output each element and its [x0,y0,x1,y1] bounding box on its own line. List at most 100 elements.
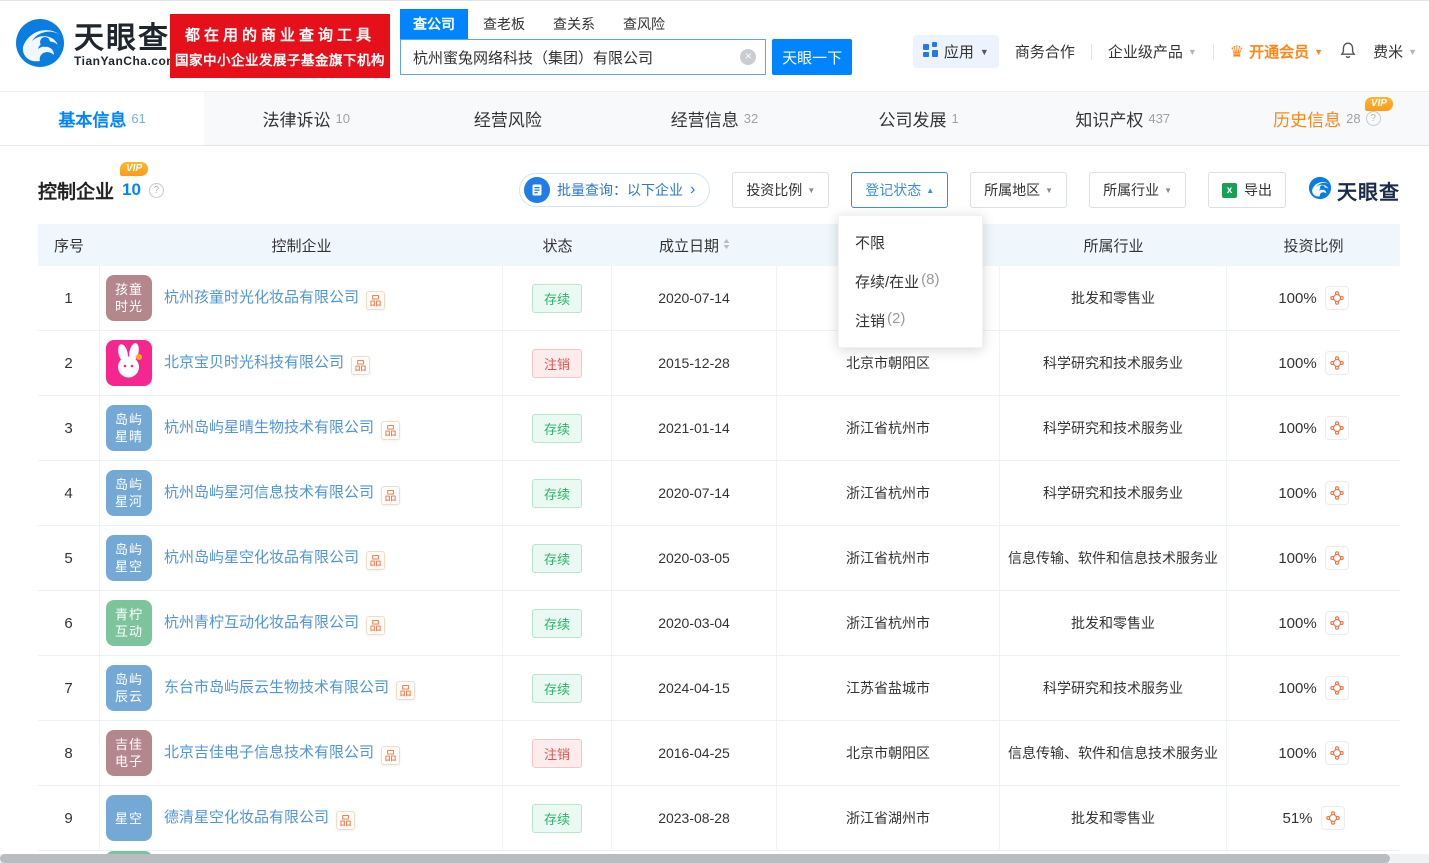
tab-legal-litigation[interactable]: 法律诉讼 10 [204,92,408,145]
dropdown-option-active[interactable]: 存续/在业 (8) [839,262,982,301]
search-tab-company[interactable]: 查公司 [400,9,468,39]
column-header-ratio: 投资比例 [1283,237,1344,255]
region: 江苏省盐城市 [777,656,1000,720]
filter-region[interactable]: 所属地区 ▼ [970,172,1068,208]
equity-ratio-icon[interactable] [1320,806,1345,830]
equity-structure-icon[interactable]: 品 [366,551,386,570]
menu-business-cooperation[interactable]: 商务合作 [1015,41,1075,62]
help-icon[interactable]: ? [148,182,164,198]
region: 北京市朝阳区 [777,721,1000,785]
company-name-link[interactable]: 杭州岛屿星河信息技术有限公司 [164,484,374,501]
region: 浙江省杭州市 [777,526,1000,590]
tab-count: 1 [951,111,959,126]
equity-ratio-icon[interactable] [1324,611,1349,635]
filter-industry[interactable]: 所属行业 ▼ [1089,172,1186,208]
equity-structure-icon[interactable]: 品 [381,746,401,765]
dropdown-option-all[interactable]: 不限 [839,223,982,262]
status-badge: 存续 [531,608,582,638]
tab-basic-info[interactable]: 基本信息 61 [0,92,205,145]
region: 浙江省湖州市 [777,786,1000,850]
column-header-no: 序号 [53,237,84,255]
main-content: 控制企业 VIP 10 ? 批量查询：以下企业 › 投资比例 ▼ 登记状态 ▲ … [0,161,1429,858]
tab-intellectual-property[interactable]: 知识产权 437 [1021,92,1225,145]
filter-investment-ratio[interactable]: 投资比例 ▼ [732,172,830,208]
equity-structure-icon[interactable]: 品 [381,421,401,440]
column-header-industry: 所属行业 [1083,237,1144,255]
help-icon[interactable]: ? [1365,111,1381,126]
industry: 科学研究和技术服务业 [1000,461,1227,525]
company-name-link[interactable]: 北京吉佳电子信息技术有限公司 [164,744,374,761]
open-membership-button[interactable]: ♛ 开通会员 ▼ [1230,41,1323,62]
equity-ratio-icon[interactable] [1324,546,1349,570]
investment-ratio: 100% [1278,744,1317,762]
equity-structure-icon[interactable]: 品 [366,291,386,310]
equity-ratio-icon[interactable] [1324,286,1349,310]
equity-structure-icon[interactable]: 品 [396,681,416,700]
tab-label: 历史信息 [1273,111,1342,130]
company-name-link[interactable]: 德清星空化妆品有限公司 [164,809,329,826]
tab-operational-risk[interactable]: 经营风险 [408,92,612,145]
company-name-link[interactable]: 北京宝贝时光科技有限公司 [164,354,344,371]
tab-count: 437 [1148,111,1171,126]
investment-ratio: 100% [1278,679,1317,697]
tianyancha-logo[interactable]: 天眼查 TianYanCha.com [14,17,177,74]
search-button[interactable]: 天眼一下 [772,39,852,75]
tab-count: 61 [131,111,146,126]
chevron-down-icon: ▼ [979,46,989,57]
chevron-down-icon: ▼ [1164,185,1172,195]
status-badge: 存续 [531,543,582,573]
equity-ratio-icon[interactable] [1324,416,1349,440]
equity-ratio-icon[interactable] [1324,351,1349,375]
equity-ratio-icon[interactable] [1324,676,1349,700]
equity-structure-icon[interactable]: 品 [381,486,401,505]
export-button[interactable]: x 导出 [1208,172,1286,208]
search-input[interactable] [400,39,767,75]
user-menu[interactable]: 费米 ▼ [1373,41,1417,62]
menu-business-label: 商务合作 [1014,44,1075,61]
grid-icon [922,42,938,61]
chevron-down-icon: ▼ [1187,46,1197,57]
table-toolbar: 批量查询：以下企业 › 投资比例 ▼ 登记状态 ▲ 所属地区 ▼ 所属行业 ▼ … [518,172,1400,208]
column-header-date-label: 成立日期 [659,237,720,255]
column-header-date[interactable]: 成立日期 ▲ ▼ [612,224,777,266]
tab-history-info[interactable]: VIP 历史信息 28 ? [1225,92,1429,145]
tab-company-development[interactable]: 公司发展 1 [817,92,1021,145]
company-name-link[interactable]: 东台市岛屿辰云生物技术有限公司 [164,679,389,696]
company-name-link[interactable]: 杭州岛屿星空化妆品有限公司 [164,549,359,566]
table-row: 7 岛屿 辰云 东台市岛屿辰云生物技术有限公司品 存续 2024-04-15 江… [38,656,1400,721]
tab-business-info[interactable]: 经营信息 32 [612,92,816,145]
sort-icon[interactable]: ▲ ▼ [722,238,732,251]
industry: 批发和零售业 [1000,266,1227,330]
equity-structure-icon[interactable]: 品 [336,811,356,830]
company-logo: 孩童 时光 [106,275,152,321]
row-number: 2 [64,354,73,372]
company-name-link[interactable]: 杭州岛屿星晴生物技术有限公司 [164,419,374,436]
company-logo: 岛屿 星空 [106,535,152,581]
search-tab-boss[interactable]: 查老板 [470,9,538,39]
banner-line2: 国家中小企业发展子基金旗下机构 [175,52,385,68]
scrollbar-thumb[interactable] [0,854,1390,863]
table-row: 6 青柠 互动 杭州青柠互动化妆品有限公司品 存续 2020-03-04 浙江省… [38,591,1400,656]
filter-registration-status[interactable]: 登记状态 ▲ [851,172,949,208]
logo-domain: TianYanCha.com [74,53,178,68]
investment-ratio: 51% [1282,809,1313,827]
notifications-bell[interactable] [1339,41,1357,63]
dropdown-option-cancelled[interactable]: 注销 (2) [839,301,982,340]
company-name-link[interactable]: 杭州青柠互动化妆品有限公司 [164,614,359,631]
apps-button[interactable]: 应用 ▼ [912,35,999,68]
equity-ratio-icon[interactable] [1324,741,1349,765]
search-tab-risk[interactable]: 查风险 [610,9,678,39]
status-badge: 存续 [531,673,582,703]
company-name-link[interactable]: 杭州孩童时光化妆品有限公司 [164,289,359,306]
investment-ratio: 100% [1278,549,1317,567]
menu-enterprise-products[interactable]: 企业级产品 ▼ [1108,41,1197,62]
vip-badge: VIP [1364,97,1393,111]
batch-query-button[interactable]: 批量查询：以下企业 › [518,173,711,207]
equity-structure-icon[interactable]: 品 [366,616,386,635]
search-tab-relation[interactable]: 查关系 [540,9,608,39]
established-date: 2020-07-14 [612,266,777,330]
tianyancha-watermark: 天眼查 [1308,176,1400,205]
equity-structure-icon[interactable]: 品 [351,356,371,375]
equity-ratio-icon[interactable] [1324,481,1349,505]
excel-icon: x [1222,182,1237,198]
